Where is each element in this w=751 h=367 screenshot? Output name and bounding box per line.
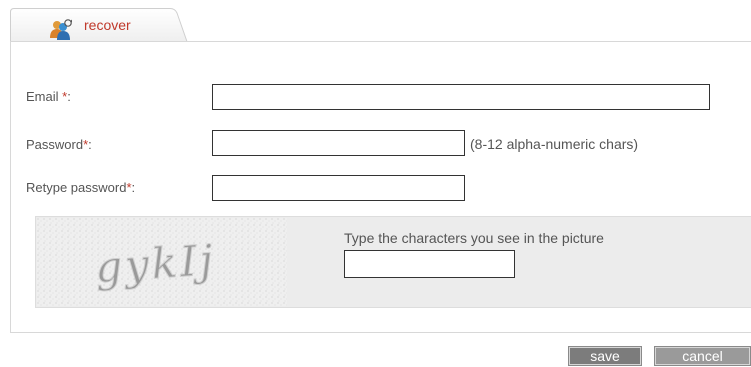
cancel-button[interactable]: cancel [654, 346, 751, 366]
captcha-prompt: Type the characters you see in the pictu… [344, 230, 604, 246]
email-label: Email *: [26, 89, 71, 104]
captcha-input[interactable] [344, 250, 515, 278]
email-label-suffix: : [67, 89, 71, 104]
retype-password-label-suffix: : [131, 180, 136, 195]
tab-recover[interactable]: recover [10, 8, 188, 43]
recover-page: recover Email *: Password*: (8-12 alpha-… [0, 0, 751, 367]
retype-password-label-text: Retype password [26, 180, 127, 195]
retype-password-label: Retype password*: [26, 180, 135, 195]
password-label-text: Password [26, 137, 84, 152]
captcha-image: gykIj [37, 218, 287, 306]
captcha-characters: gykIj [93, 235, 217, 292]
password-label: Password*: [26, 137, 92, 152]
password-hint: (8-12 alpha-numeric chars) [470, 136, 639, 152]
save-button[interactable]: save [568, 346, 642, 366]
people-refresh-icon [48, 18, 74, 42]
email-field[interactable] [212, 84, 710, 110]
email-label-text: Email [26, 89, 63, 104]
password-label-suffix: : [88, 137, 92, 152]
retype-password-field[interactable] [212, 175, 465, 201]
password-field[interactable] [212, 130, 465, 156]
tab-recover-label: recover [84, 17, 131, 33]
